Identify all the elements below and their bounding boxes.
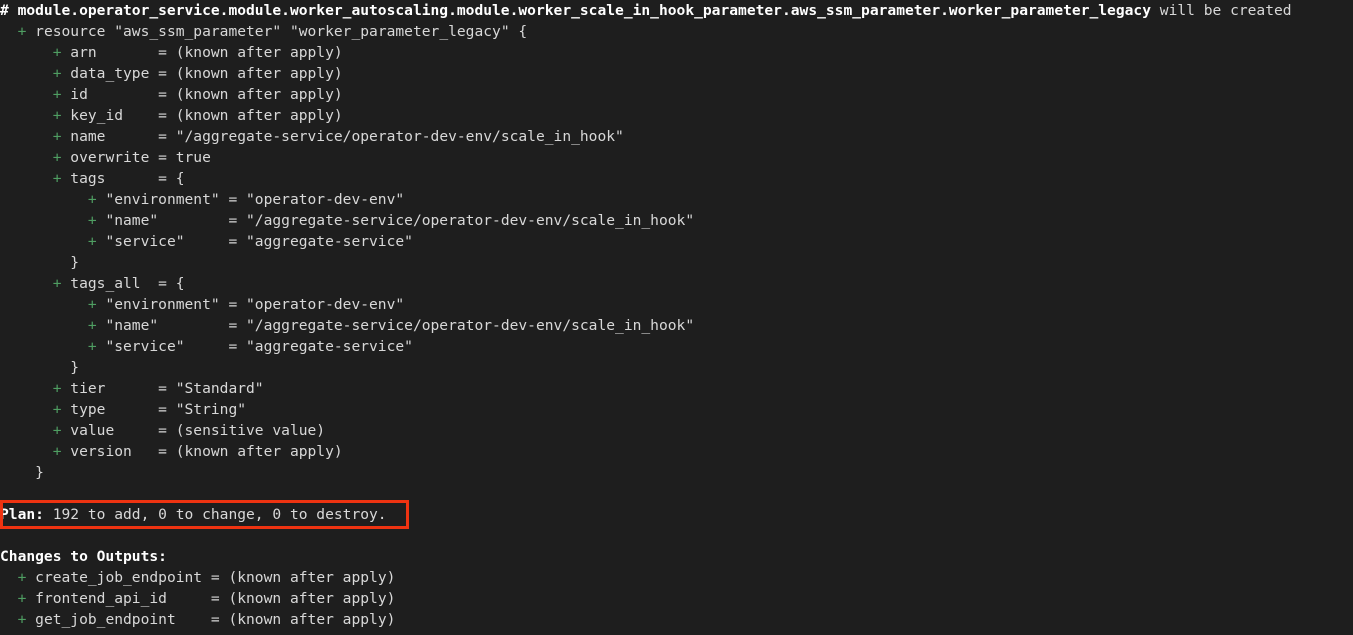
outputs-heading: Changes to Outputs: [0,546,1353,567]
resource-attribute-line-text: } [70,254,80,271]
plus-icon: + [0,170,71,187]
resource-attribute-line: + arn = (known after apply) [0,42,1353,63]
plus-icon: + [0,422,71,439]
resource-attribute-line-text: tags_all = { [70,275,185,292]
resource-attribute-line-text: "service" = "aggregate-service" [105,233,413,250]
plus-icon: + [0,380,71,397]
resource-attribute-line: + type = "String" [0,399,1353,420]
resource-attribute-line-text: "environment" = "operator-dev-env" [105,296,405,313]
plus-icon: + [0,212,106,229]
resource-attribute-line-text: overwrite = true [70,149,211,166]
output-line-text: create_job_endpoint = (known after apply… [35,569,396,586]
resource-attribute-line-text: } [70,359,80,376]
resource-header-line: # module.operator_service.module.worker_… [0,0,1353,21]
resource-attribute-line: + tier = "Standard" [0,378,1353,399]
resource-attribute-line: } [0,357,1353,378]
output-line-text: get_job_endpoint = (known after apply) [35,611,396,628]
plan-summary-line: Plan: 192 to add, 0 to change, 0 to dest… [0,504,1353,525]
output-line: + frontend_api_id = (known after apply) [0,588,1353,609]
plus-icon: + [0,128,71,145]
outputs-list: + create_job_endpoint = (known after app… [0,567,1353,630]
plus-icon: + [0,590,36,607]
resource-attribute-line-text: type = "String" [70,401,247,418]
resource-attribute-line: + "name" = "/aggregate-service/operator-… [0,210,1353,231]
plus-icon: + [0,191,106,208]
plus-icon: + [0,317,106,334]
resource-attribute-line: + value = (sensitive value) [0,420,1353,441]
resource-attribute-line-text: "name" = "/aggregate-service/operator-de… [105,212,695,229]
terminal-output-pane: # module.operator_service.module.worker_… [0,0,1353,635]
resource-attribute-line: + "environment" = "operator-dev-env" [0,294,1353,315]
resource-attribute-line: } [0,252,1353,273]
resource-attribute-line-text: "environment" = "operator-dev-env" [105,191,405,208]
resource-block-open: + resource "aws_ssm_parameter" "worker_p… [0,21,1353,42]
resource-header-comment: # module.operator_service.module.worker_… [0,2,1151,19]
resource-attribute-line: + name = "/aggregate-service/operator-de… [0,126,1353,147]
resource-attribute-line-text: arn = (known after apply) [70,44,343,61]
resource-attribute-line-text: data_type = (known after apply) [70,65,343,82]
plus-icon: + [0,149,71,166]
resource-block-open-text: resource "aws_ssm_parameter" "worker_par… [35,23,528,40]
resource-attribute-line: + "service" = "aggregate-service" [0,231,1353,252]
plus-icon: + [0,44,71,61]
resource-attribute-line: + tags = { [0,168,1353,189]
resource-attribute-line: + data_type = (known after apply) [0,63,1353,84]
resource-attribute-list: + arn = (known after apply) + data_type … [0,42,1353,462]
plus-icon: + [0,107,71,124]
resource-attribute-line: + overwrite = true [0,147,1353,168]
plus-icon: + [0,86,71,103]
resource-attribute-line: + tags_all = { [0,273,1353,294]
resource-attribute-line-text: version = (known after apply) [70,443,343,460]
resource-attribute-line: + "service" = "aggregate-service" [0,336,1353,357]
plus-icon: + [0,275,71,292]
resource-attribute-line: + id = (known after apply) [0,84,1353,105]
resource-attribute-line-text: value = (sensitive value) [70,422,326,439]
plus-icon: + [0,401,71,418]
resource-attribute-line: + version = (known after apply) [0,441,1353,462]
plus-icon [0,254,70,271]
resource-attribute-line-text: "name" = "/aggregate-service/operator-de… [105,317,695,334]
plus-icon: + [0,296,106,313]
output-line: + get_job_endpoint = (known after apply) [0,609,1353,630]
resource-attribute-line-text: id = (known after apply) [70,86,343,103]
plus-icon: + [0,338,106,355]
plan-summary-detail: 192 to add, 0 to change, 0 to destroy. [43,506,387,523]
resource-block-close: } [0,462,1353,483]
plus-icon: + [0,65,71,82]
plus-icon: + [0,23,36,40]
resource-attribute-line: + key_id = (known after apply) [0,105,1353,126]
plus-icon: + [0,569,36,586]
output-line-text: frontend_api_id = (known after apply) [35,590,396,607]
resource-attribute-line: + "name" = "/aggregate-service/operator-… [0,315,1353,336]
plus-icon: + [0,611,36,628]
outputs-heading-text: Changes to Outputs: [0,548,167,565]
plus-icon: + [0,233,106,250]
resource-attribute-line-text: tier = "Standard" [70,380,264,397]
plus-icon [0,359,70,376]
resource-header-suffix: will be created [1151,2,1292,19]
resource-attribute-line-text: "service" = "aggregate-service" [105,338,413,355]
resource-attribute-line-text: name = "/aggregate-service/operator-dev-… [70,128,624,145]
output-line: + create_job_endpoint = (known after app… [0,567,1353,588]
resource-attribute-line-text: tags = { [70,170,185,187]
plus-icon: + [0,443,71,460]
resource-attribute-line: + "environment" = "operator-dev-env" [0,189,1353,210]
resource-attribute-line-text: key_id = (known after apply) [70,107,343,124]
plan-summary-label: Plan: [0,506,44,523]
resource-block-close-text: } [0,464,44,481]
